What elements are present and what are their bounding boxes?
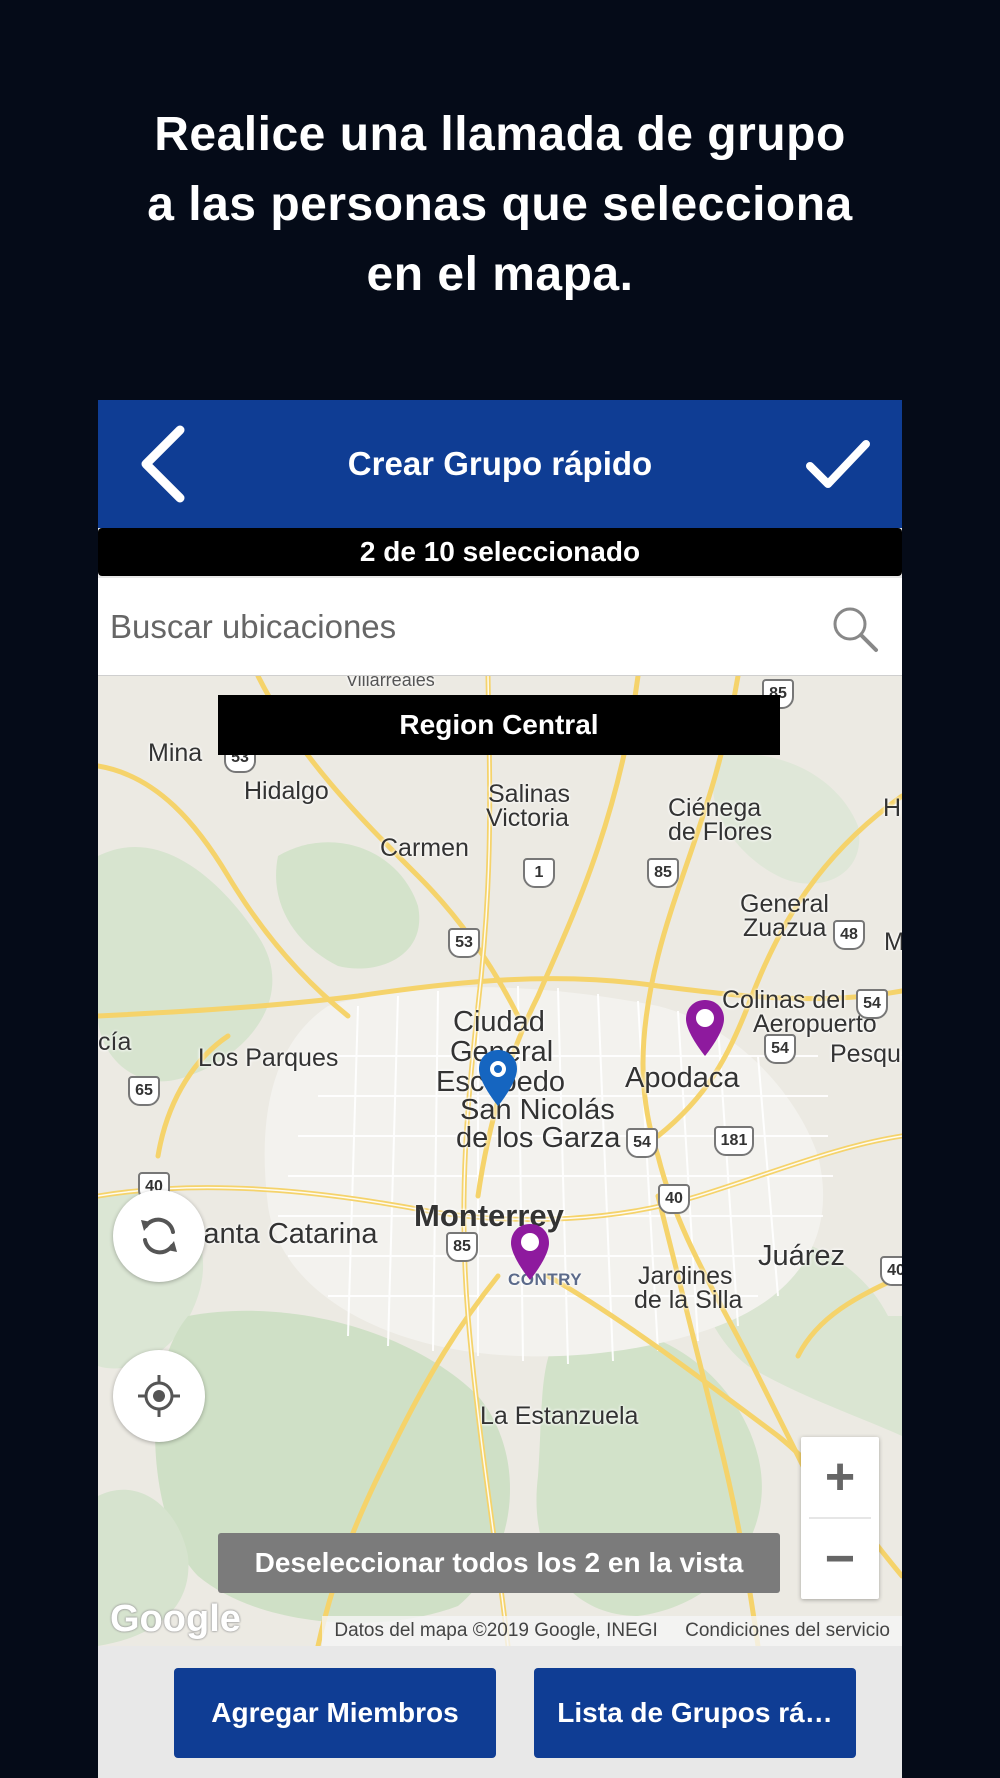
map-label: Zuazua [743,914,827,942]
map-label: cía [98,1028,132,1056]
headline-line-1: Realice una llamada de grupo [154,108,846,161]
highway-shield: 54 [856,989,888,1019]
highway-shield: 85 [446,1232,478,1262]
map-label: Apodaca [625,1062,740,1094]
map-label: Ciudad [453,1006,545,1038]
search-bar [98,578,902,676]
map-label: de los Garza [456,1122,621,1154]
region-label: Region Central [218,695,780,755]
map-label: H [883,794,902,822]
refresh-icon [141,1217,177,1255]
highway-shield: 54 [626,1128,658,1158]
highway-shield: 85 [647,858,679,888]
my-location-button[interactable] [113,1350,205,1442]
map-label: Hidalgo [244,777,329,805]
map-label: Los Parques [198,1044,339,1072]
crosshair-icon [138,1375,180,1417]
map-label: General [740,890,829,918]
search-icon[interactable] [830,604,880,654]
map-label: M [884,928,902,956]
highway-shield: 1 [523,858,555,888]
map-label: Santa Catarina [184,1218,378,1250]
map-label: Pesque [830,1040,902,1068]
map-marker-blue[interactable] [476,1048,520,1108]
refresh-button[interactable] [113,1190,205,1282]
map-marker-purple[interactable] [683,998,727,1058]
bottom-actions: Agregar Miembros Lista de Grupos rá… [98,1646,902,1778]
google-logo: Google [110,1598,241,1640]
map-label: Carmen [380,834,469,862]
map-label: Salinas [488,780,570,808]
highway-shield: 53 [448,928,480,958]
headline-line-2: a las personas que selecciona [147,178,853,231]
map-label: de la Silla [634,1286,743,1314]
zoom-controls: + − [801,1437,879,1599]
map-label: Victoria [486,804,569,832]
map-label: Ciénega [668,794,762,822]
highway-shield: 40 [658,1184,690,1214]
search-input[interactable] [110,592,810,662]
group-list-button[interactable]: Lista de Grupos rá… [534,1668,856,1758]
map-label: Aeropuerto [753,1010,877,1038]
highway-shield: 65 [128,1076,160,1106]
phone-screen: Crear Grupo rápido 2 de 10 seleccionado [98,400,902,1778]
map-marker-purple[interactable] [508,1222,552,1282]
map-label: Juárez [758,1240,846,1272]
map-label: Mina [148,739,203,767]
add-members-button[interactable]: Agregar Miembros [174,1668,496,1758]
deselect-all-button[interactable]: Deseleccionar todos los 2 en la vista [218,1533,780,1593]
confirm-button[interactable] [802,428,874,500]
highway-shield: 181 [714,1126,754,1156]
checkmark-icon [806,440,870,488]
map-label: Colinas del [722,986,846,1014]
headline-line-3: en el mapa. [366,248,634,301]
headline: Realice una llamada de grupo a las perso… [0,100,1000,310]
map-attribution: Datos del mapa ©2019 Google, INEGI Condi… [322,1616,902,1646]
map-view[interactable]: Villarreales Mina Hidalgo Salinas Victor… [98,676,902,1646]
map-label: Villarreales [346,676,435,690]
terms-link[interactable]: Condiciones del servicio [685,1620,890,1641]
app-bar: Crear Grupo rápido [98,400,902,528]
zoom-out-button[interactable]: − [801,1519,879,1599]
highway-shield: 40 [880,1256,902,1286]
selection-counter: 2 de 10 seleccionado [98,528,902,576]
page-title: Crear Grupo rápido [347,445,653,482]
map-label: La Estanzuela [480,1402,639,1430]
map-label: de Flores [668,818,773,846]
attribution-data: Datos del mapa ©2019 Google, INEGI [334,1620,658,1641]
highway-shield: 48 [833,920,865,950]
zoom-in-button[interactable]: + [801,1437,879,1517]
highway-shield: 54 [764,1034,796,1064]
map-label: Jardines [638,1262,733,1290]
